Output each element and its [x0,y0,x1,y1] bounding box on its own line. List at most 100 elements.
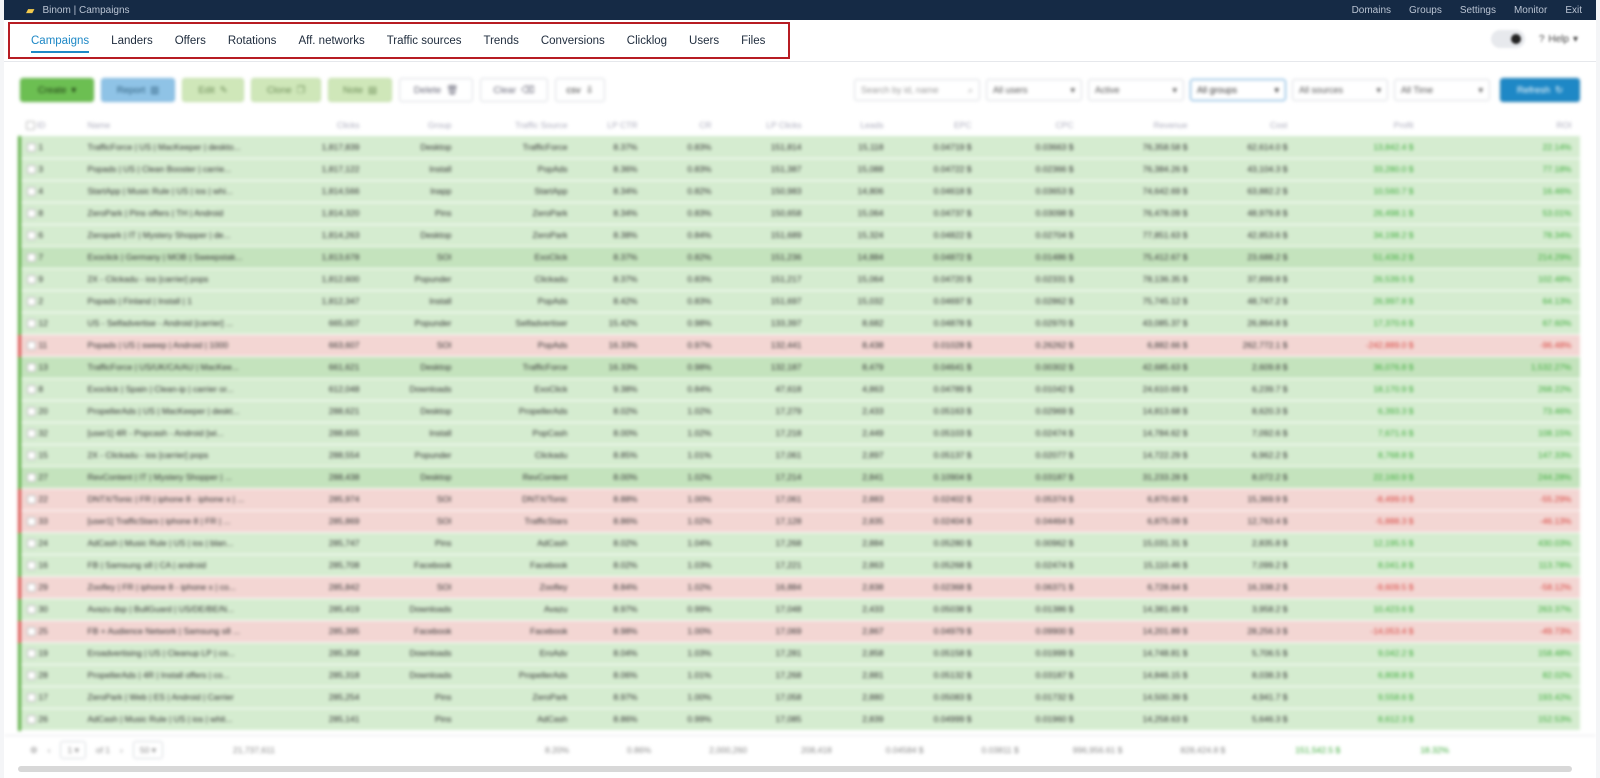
column-header-lp-clicks[interactable]: LP Clicks [766,120,801,130]
row-checkbox[interactable] [27,693,36,703]
cell-name[interactable]: Avazu dsp | BullGuard | US/DE/BE/N... [81,598,292,621]
tab-traffic-sources[interactable]: Traffic sources [376,24,473,57]
table-row[interactable]: 8 Exoclick | Spain | Clean-ip | carrier o… [18,378,1580,401]
table-row[interactable]: 13 TrafficForce | US/UK/CA/AU | MacKee...… [18,356,1580,379]
row-checkbox[interactable] [27,275,36,285]
table-row[interactable]: 20 PropellerAds | US | MacKeeper | deskt.… [18,400,1580,423]
row-checkbox[interactable] [27,231,36,241]
row-checkbox[interactable] [27,187,36,197]
cell-name[interactable]: Popads | US | sweep | Android | 1000 [81,334,292,357]
table-row[interactable]: 3 Popads | US | Clean Booster | carrie...… [18,158,1580,181]
cell-name[interactable]: Popads | Finland | Install | 1 [81,290,292,313]
table-row[interactable]: 2 Popads | Finland | Install | 1 1,812,347… [18,290,1580,313]
row-checkbox[interactable] [27,319,36,329]
clear-button[interactable]: Clear ⌫ [480,78,548,102]
tab-rotations[interactable]: Rotations [217,24,288,57]
row-checkbox[interactable] [27,363,36,373]
create-button[interactable]: Create ▾ [20,78,94,102]
column-header-cost[interactable]: Cost [1270,120,1287,130]
cell-name[interactable]: 2X - Clickadu - ios [carrier] pops [81,268,292,291]
table-row[interactable]: 9 2X - Clickadu - ios [carrier] pops 1,812… [18,268,1580,291]
column-header-epc[interactable]: EPC [954,120,971,130]
tab-conversions[interactable]: Conversions [530,24,616,57]
next-page-icon[interactable]: › [120,745,123,755]
table-row[interactable]: 4 StartApp | Music Rule | US | ios | whi.… [18,180,1580,203]
report-button[interactable]: Report ▥ [101,78,175,102]
table-row[interactable]: 29 Zoofley | FR | iphone 8 - iphone x | c… [18,576,1580,599]
row-checkbox[interactable] [27,671,36,681]
row-checkbox[interactable] [27,605,36,615]
cell-name[interactable]: Exoclick | Spain | Clean-ip | carrier or… [81,378,292,401]
top-link-monitor[interactable]: Monitor [1514,5,1547,16]
cell-name[interactable]: Exoclick | Germany | MOB | Sweepstak... [81,246,292,269]
row-checkbox[interactable] [27,649,36,659]
groups-select[interactable]: All groups ▾ [1190,79,1286,101]
table-row[interactable]: 1 TrafficForce | US | MacKeeper | deskto.… [18,136,1580,159]
table-row[interactable]: 11 Popads | US | sweep | Android | 1000 66… [18,334,1580,357]
tab-trends[interactable]: Trends [472,24,529,57]
top-link-settings[interactable]: Settings [1460,5,1496,16]
column-header-cpc[interactable]: CPC [1056,120,1074,130]
tab-offers[interactable]: Offers [164,24,217,57]
table-row[interactable]: 6 Zeropark | IT | Mystery Shopper | de...… [18,224,1580,247]
top-link-groups[interactable]: Groups [1409,5,1442,16]
table-row[interactable]: 15 2X - Clickadu - ios [carrier] pops 288,… [18,444,1580,467]
row-checkbox[interactable] [27,451,36,461]
horizontal-scrollbar[interactable] [18,766,1572,772]
table-row[interactable]: 7 Exoclick | Germany | MOB | Sweepstak...… [18,246,1580,269]
column-header-clicks[interactable]: Clicks [337,120,360,130]
cell-name[interactable]: TrafficForce | US/UK/CA/AU | MacKee... [81,356,292,379]
column-header-roi[interactable]: ROI [1556,120,1571,130]
help-menu[interactable]: ? Help ▾ [1539,34,1578,45]
table-row[interactable]: 12 US - Selfadvertise - Android [carrier]… [18,312,1580,335]
cell-name[interactable]: ZeroPark | Pins offers | TH | Android [81,202,292,225]
cell-name[interactable]: Popads | US | Clean Booster | carrie... [81,158,292,181]
column-header-cr[interactable]: CR [699,120,711,130]
cell-name[interactable]: FB + Audience Network | Samsung s8 ... [81,620,292,643]
table-row[interactable]: 28 PropellerAds | 4R | Install offers | c… [18,664,1580,687]
cell-name[interactable]: DNTX/Tonic | FR | iphone 8 - iphone x | … [81,488,292,511]
cell-name[interactable]: AdCash | Music Rule | US | ios | blan... [81,532,292,555]
row-checkbox[interactable] [27,561,36,571]
page-select[interactable]: 1 ▾ [60,741,86,759]
top-link-domains[interactable]: Domains [1352,5,1391,16]
cell-name[interactable]: RevContent | IT | Mystery Shopper | ... [81,466,292,489]
row-checkbox[interactable] [27,165,36,175]
cell-name[interactable]: Zoofley | FR | iphone 8 - iphone x | co.… [81,576,292,599]
row-checkbox[interactable] [27,429,36,439]
row-checkbox[interactable] [27,385,36,395]
cell-name[interactable]: PropellerAds | 4R | Install offers | co.… [81,664,292,687]
table-row[interactable]: 30 Avazu dsp | BullGuard | US/DE/BE/N... 2… [18,598,1580,621]
cell-name[interactable]: 2X - Clickadu - ios [carrier] pops [81,444,292,467]
column-header-traffic-source[interactable]: Traffic Source [515,120,567,130]
cell-name[interactable]: Eroadvertising | US | Cleanup LP | co... [81,642,292,665]
row-checkbox[interactable] [27,253,36,263]
tab-clicklog[interactable]: Clicklog [616,24,678,57]
cell-name[interactable]: US - Selfadvertise - Android [carrier] .… [81,312,292,335]
column-header-profit[interactable]: Profit [1394,120,1414,130]
users-select[interactable]: All users ▾ [986,79,1082,101]
row-checkbox[interactable] [27,583,36,593]
cell-name[interactable]: AdCash | Music Rule | US | ios | whit... [81,708,292,731]
row-checkbox[interactable] [27,341,36,351]
cell-name[interactable]: [user1] TrafficStars | iphone 8 | FR | .… [81,510,292,533]
table-row[interactable]: 25 FB + Audience Network | Samsung s8 ...… [18,620,1580,643]
edit-button[interactable]: Edit ✎ [182,78,244,102]
column-header-revenue[interactable]: Revenue [1153,120,1187,130]
cell-name[interactable]: ZeroPark | Web | ES | Android | Carrier [81,686,292,709]
table-row[interactable]: 26 AdCash | Music Rule | US | ios | whit.… [18,708,1580,731]
table-row[interactable]: 16 FB | Samsung s8 | CA | android 285,708 F… [18,554,1580,577]
table-row[interactable]: 27 RevContent | IT | Mystery Shopper | ..… [18,466,1580,489]
table-row[interactable]: 19 Eroadvertising | US | Cleanup LP | co.… [18,642,1580,665]
column-header-group[interactable]: Group [428,120,452,130]
per-page-select[interactable]: 50 ▾ [132,741,164,759]
table-row[interactable]: 22 DNTX/Tonic | FR | iphone 8 - iphone x … [18,488,1580,511]
delete-button[interactable]: Delete 🗑 [399,78,473,102]
column-header-leads[interactable]: Leads [860,120,883,130]
prev-page-icon[interactable]: ‹ [48,745,51,755]
settings-icon[interactable]: ⚙ [30,745,38,756]
row-checkbox[interactable] [27,473,36,483]
cell-name[interactable]: FB | Samsung s8 | CA | android [81,554,292,577]
row-checkbox[interactable] [27,209,36,219]
column-header-id[interactable]: ID [37,120,46,130]
